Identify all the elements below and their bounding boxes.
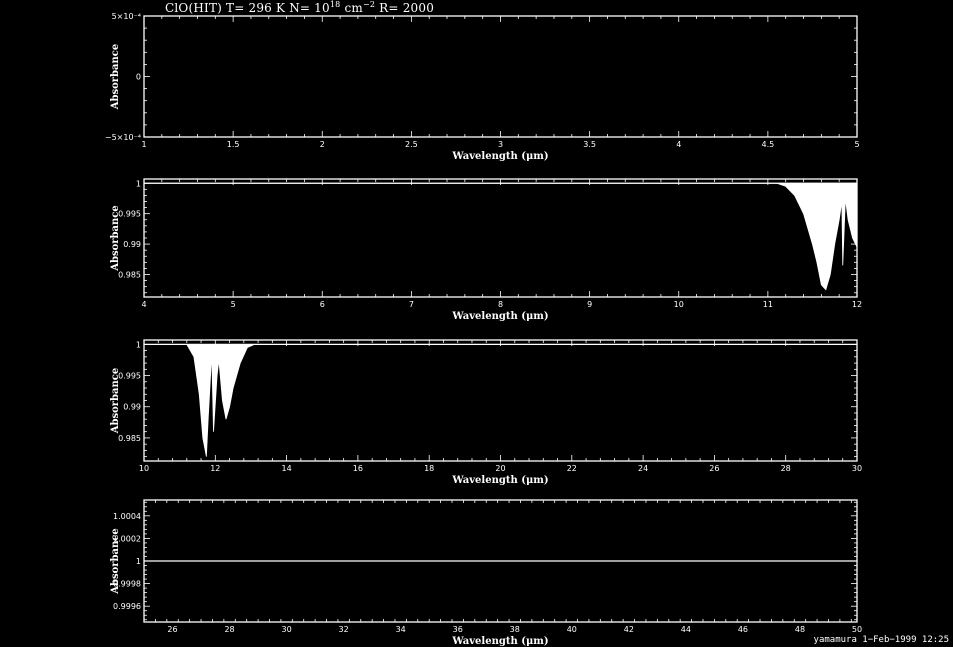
panel-2-xtick-label: 12 bbox=[852, 300, 862, 309]
panel-3-absorption-band bbox=[144, 343, 255, 457]
panel-3-ytick-label: 1 bbox=[136, 340, 141, 349]
panel-3-xtick-label: 28 bbox=[781, 464, 791, 473]
panel-2-xlabel: Wavelength (μm) bbox=[451, 311, 548, 322]
panel-3-xtick-label: 20 bbox=[495, 464, 505, 473]
panel-2-frame bbox=[143, 178, 858, 298]
spectrum-panels: 1 1.5 2 2.5 3 3.5 4 4.5 5 5×10⁻⁴ 0 −5×10⁻⁴ Wavelengt… bbox=[105, 12, 862, 647]
panel-2-xtick-label: 10 bbox=[674, 300, 684, 309]
panel-3-ylabel: Absorbance bbox=[110, 368, 121, 435]
panel-2-xtick-label: 4 bbox=[141, 300, 146, 309]
panel-4-xtick-label: 36 bbox=[453, 625, 463, 634]
panel-1-ytick-label: 0 bbox=[136, 73, 141, 82]
panel-4-xtick-label: 38 bbox=[510, 625, 520, 634]
panel-4-ytick-label: 1.0004 bbox=[113, 512, 141, 521]
panel-1-xtick-label: 3 bbox=[498, 140, 503, 149]
panel-3-ytick-label: 0.985 bbox=[118, 434, 141, 443]
panel-3-xtick-label: 24 bbox=[638, 464, 648, 473]
panel-1-ylabel: Absorbance bbox=[110, 44, 121, 111]
panel-1-xtick-label: 4 bbox=[676, 140, 681, 149]
panel-4-xtick-label: 34 bbox=[396, 625, 406, 634]
panel-3-xlabel: Wavelength (μm) bbox=[451, 475, 548, 486]
panel-2-absorption-band bbox=[144, 182, 858, 291]
panel-4-ylabel: Absorbance bbox=[110, 528, 121, 595]
panel-2-xtick-label: 7 bbox=[409, 300, 414, 309]
panel-2-ytick-label: 0.99 bbox=[123, 240, 141, 249]
panel-3-xtick-label: 30 bbox=[852, 464, 862, 473]
panel-1-xtick-label: 3.5 bbox=[583, 140, 596, 149]
panel-2-ytick-label: 0.995 bbox=[118, 210, 141, 219]
panel-1-xtick-label: 4.5 bbox=[762, 140, 775, 149]
panel-2-xtick-label: 11 bbox=[763, 300, 773, 309]
panel-4-xtick-label: 48 bbox=[795, 625, 805, 634]
panel-4-ytick-label: 1 bbox=[136, 557, 141, 566]
panel-4-xtick-label: 32 bbox=[339, 625, 349, 634]
panel-4-xtick-label: 44 bbox=[681, 625, 691, 634]
panel-3-xtick-label: 12 bbox=[210, 464, 220, 473]
panel-2-ytick-label: 1 bbox=[136, 179, 141, 188]
panel-4-xtick-label: 50 bbox=[852, 625, 862, 634]
panel-4-xtick-label: 26 bbox=[167, 625, 177, 634]
panel-4-xtick-label: 28 bbox=[224, 625, 234, 634]
panel-2-xtick-label: 6 bbox=[320, 300, 325, 309]
panel-4-xtick-label: 40 bbox=[567, 625, 577, 634]
panel-3-xtick-label: 14 bbox=[282, 464, 292, 473]
author-date-stamp: yamamura 1−Feb−1999 12:25 bbox=[813, 635, 949, 645]
panel-1-frame bbox=[143, 15, 858, 138]
panel-1-xtick-label: 2 bbox=[320, 140, 325, 149]
panel-1-xtick-label: 1 bbox=[141, 140, 146, 149]
panel-1-ytick-label: −5×10⁻⁴ bbox=[105, 133, 141, 142]
panel-3-xtick-label: 16 bbox=[353, 464, 363, 473]
panel-1-xtick-label: 1.5 bbox=[227, 140, 240, 149]
panel-1-xtick-label: 2.5 bbox=[405, 140, 418, 149]
panel-2-ytick-label: 0.985 bbox=[118, 270, 141, 279]
panel-1-xlabel: Wavelength (μm) bbox=[451, 151, 548, 162]
panel-3-ytick-label: 0.995 bbox=[118, 372, 141, 381]
panel-2-xtick-label: 8 bbox=[498, 300, 503, 309]
panel-1-ytick-label: 5×10⁻⁴ bbox=[112, 12, 141, 21]
panel-1-xtick-label: 5 bbox=[854, 140, 859, 149]
panel-3-xtick-label: 18 bbox=[424, 464, 434, 473]
panel-4-xtick-label: 30 bbox=[282, 625, 292, 634]
panel-3-xtick-label: 26 bbox=[709, 464, 719, 473]
panel-3-xtick-label: 22 bbox=[567, 464, 577, 473]
panel-4-xtick-label: 46 bbox=[738, 625, 748, 634]
panel-3-frame bbox=[143, 339, 858, 462]
panel-3-xtick-label: 10 bbox=[139, 464, 149, 473]
panel-3-ytick-label: 0.99 bbox=[123, 403, 141, 412]
panel-4-xlabel: Wavelength (μm) bbox=[451, 636, 548, 647]
panel-2-xtick-label: 9 bbox=[587, 300, 592, 309]
panel-2-ylabel: Absorbance bbox=[110, 205, 121, 272]
panel-4-xtick-label: 42 bbox=[624, 625, 634, 634]
panel-2-xtick-label: 5 bbox=[231, 300, 236, 309]
panel-4-ytick-label: 0.9996 bbox=[113, 602, 141, 611]
